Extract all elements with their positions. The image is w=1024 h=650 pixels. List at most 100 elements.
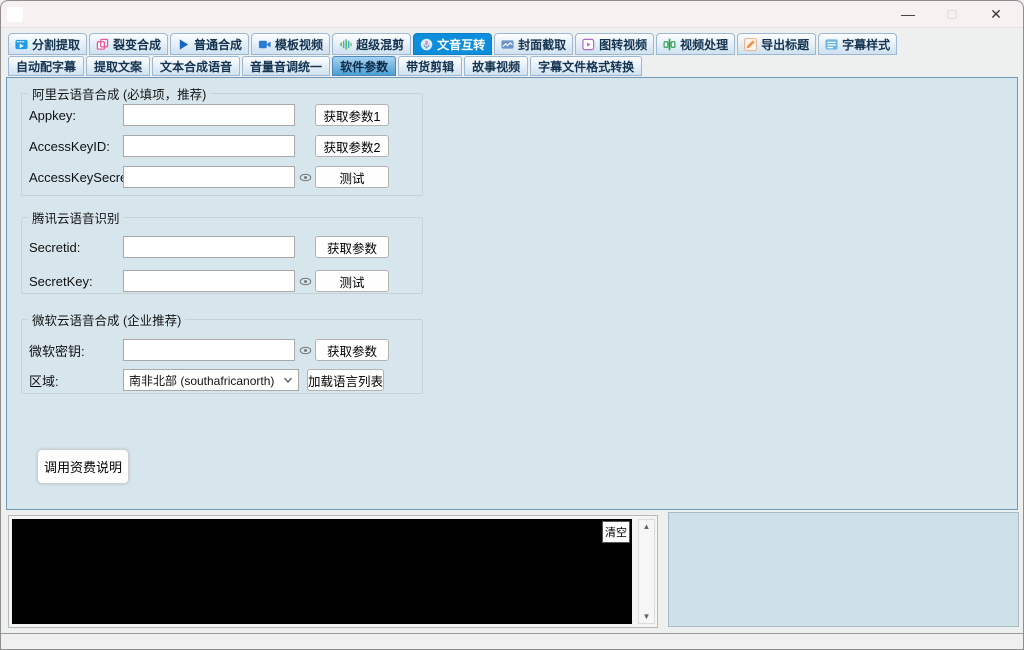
tab-label: 字幕样式 xyxy=(842,37,891,52)
tab-label: 裂变合成 xyxy=(113,37,162,52)
form-row-ms-key: 微软密钥: 获取参数 xyxy=(29,339,389,361)
log-console[interactable]: 清空 xyxy=(12,519,632,624)
tab-super-mix[interactable]: 超级混剪 xyxy=(332,33,412,55)
tab-label: 普通合成 xyxy=(194,37,243,52)
tab-split-extract[interactable]: 分割提取 xyxy=(8,33,88,55)
tab-label: 分割提取 xyxy=(32,37,81,52)
tab-label: 模板视频 xyxy=(275,37,324,52)
subtitle-style-icon xyxy=(825,38,838,51)
subtab-software-params[interactable]: 软件参数 xyxy=(332,56,397,76)
minimize-button[interactable]: — xyxy=(886,0,930,28)
eye-icon[interactable] xyxy=(297,277,313,286)
software-params-panel: 阿里云语音合成 (必填项，推荐) Appkey: 获取参数1 AccessKey… xyxy=(6,77,1018,510)
ms-key-label: 微软密钥: xyxy=(29,343,85,359)
tab-label: 故事视频 xyxy=(472,59,521,74)
video-process-icon xyxy=(663,38,676,51)
tab-export-title[interactable]: 导出标题 xyxy=(737,33,817,55)
scroll-up-icon[interactable]: ▲ xyxy=(639,522,654,531)
subtab-subtitle-format-convert[interactable]: 字幕文件格式转换 xyxy=(530,56,643,76)
subtab-story-video[interactable]: 故事视频 xyxy=(464,56,529,76)
tab-label: 文本合成语音 xyxy=(160,59,233,74)
tab-normal-compose[interactable]: 普通合成 xyxy=(170,33,250,55)
form-row-accesskeysecret: AccessKeySecret: 测试 xyxy=(29,166,389,188)
accesskeyid-input[interactable] xyxy=(123,135,295,157)
ms-key-input[interactable] xyxy=(123,339,295,361)
tab-fission-compose[interactable]: 裂变合成 xyxy=(89,33,169,55)
subtab-volume-pitch-unify[interactable]: 音量音调统一 xyxy=(242,56,331,76)
maximize-button[interactable]: □ xyxy=(930,0,974,28)
tab-label: 音量音调统一 xyxy=(250,59,323,74)
fission-compose-icon xyxy=(96,38,109,51)
accesskeysecret-label: AccessKeySecret: xyxy=(29,169,135,185)
tab-template-video[interactable]: 模板视频 xyxy=(251,33,331,55)
tab-label: 软件参数 xyxy=(340,59,389,74)
app-icon xyxy=(7,7,23,22)
accesskeyid-label: AccessKeyID: xyxy=(29,138,110,154)
get-params-ms-button[interactable]: 获取参数 xyxy=(315,339,389,361)
appkey-input[interactable] xyxy=(123,104,295,126)
get-params-tencent-button[interactable]: 获取参数 xyxy=(315,236,389,258)
appkey-label: Appkey: xyxy=(29,107,76,123)
subtab-livestream-edit[interactable]: 带货剪辑 xyxy=(398,56,463,76)
tab-label: 自动配字幕 xyxy=(16,59,77,74)
tab-label: 封面截取 xyxy=(518,37,567,52)
clear-console-button[interactable]: 清空 xyxy=(602,521,630,543)
super-mix-icon xyxy=(339,38,352,51)
subtab-text-to-speech[interactable]: 文本合成语音 xyxy=(152,56,241,76)
tab-label: 视频处理 xyxy=(680,37,729,52)
tab-subtitle-style[interactable]: 字幕样式 xyxy=(818,33,898,55)
template-video-icon xyxy=(258,38,271,51)
tab-label: 字幕文件格式转换 xyxy=(538,59,635,74)
region-select[interactable]: 南非北部 (southafricanorth) xyxy=(123,369,299,391)
form-row-accesskeyid: AccessKeyID: 获取参数2 xyxy=(29,135,389,157)
tab-label: 超级混剪 xyxy=(356,37,405,52)
subtab-auto-subtitle[interactable]: 自动配字幕 xyxy=(8,56,85,76)
form-row-secretid: Secretid: 获取参数 xyxy=(29,236,389,258)
status-bar xyxy=(0,633,1024,650)
subtab-extract-text[interactable]: 提取文案 xyxy=(86,56,151,76)
tencent-group-title: 腾讯云语音识别 xyxy=(32,212,120,226)
form-row-region: 区域: 南非北部 (southafricanorth) 加载语言列表 xyxy=(29,369,385,391)
test-tencent-button[interactable]: 测试 xyxy=(315,270,389,292)
sub-tab-bar: 自动配字幕 提取文案 文本合成语音 音量音调统一 软件参数 带货剪辑 故事视频 … xyxy=(8,56,643,76)
tab-label: 带货剪辑 xyxy=(406,59,455,74)
console-scrollbar[interactable]: ▲ ▼ xyxy=(638,519,655,624)
split-extract-icon xyxy=(15,38,28,51)
scroll-down-icon[interactable]: ▼ xyxy=(639,612,654,621)
side-info-panel xyxy=(668,512,1019,627)
tab-label: 导出标题 xyxy=(761,37,810,52)
accesskeysecret-input[interactable] xyxy=(123,166,295,188)
close-button[interactable]: ✕ xyxy=(974,0,1018,28)
normal-compose-icon xyxy=(177,38,190,51)
image-to-video-icon xyxy=(582,38,595,51)
chevron-down-icon xyxy=(283,375,293,385)
microphone-icon xyxy=(420,38,433,51)
form-row-appkey: Appkey: 获取参数1 xyxy=(29,104,389,126)
export-title-icon xyxy=(744,37,758,51)
tab-image-to-video[interactable]: 图转视频 xyxy=(575,33,655,55)
main-tab-bar: 分割提取 裂变合成 普通合成 模板视频 超级混剪 文音互转 封面截取 图转视频 … xyxy=(8,33,898,55)
titlebar: — □ ✕ xyxy=(0,0,1024,28)
aliyun-group-title: 阿里云语音合成 (必填项，推荐) xyxy=(32,88,207,102)
eye-icon[interactable] xyxy=(297,346,313,355)
eye-icon[interactable] xyxy=(297,173,313,182)
region-label: 区域: xyxy=(29,373,59,389)
fee-info-button[interactable]: 调用资费说明 xyxy=(37,449,129,484)
tab-label: 提取文案 xyxy=(94,59,143,74)
get-params1-button[interactable]: 获取参数1 xyxy=(315,104,389,126)
get-params2-button[interactable]: 获取参数2 xyxy=(315,135,389,157)
tab-video-process[interactable]: 视频处理 xyxy=(656,33,736,55)
secretid-input[interactable] xyxy=(123,236,295,258)
tab-cover-capture[interactable]: 封面截取 xyxy=(494,33,574,55)
secretid-label: Secretid: xyxy=(29,239,81,255)
secretkey-input[interactable] xyxy=(123,270,295,292)
test-aliyun-button[interactable]: 测试 xyxy=(315,166,389,188)
tab-label: 图转视频 xyxy=(599,37,648,52)
load-language-list-button[interactable]: 加载语言列表 xyxy=(307,369,385,391)
cover-capture-icon xyxy=(501,38,514,51)
region-select-value: 南非北部 (southafricanorth) xyxy=(129,373,275,388)
window-controls: — □ ✕ xyxy=(886,0,1018,28)
form-row-secretkey: SecretKey: 测试 xyxy=(29,270,389,292)
secretkey-label: SecretKey: xyxy=(29,273,93,289)
tab-voice-text-convert[interactable]: 文音互转 xyxy=(413,33,493,55)
